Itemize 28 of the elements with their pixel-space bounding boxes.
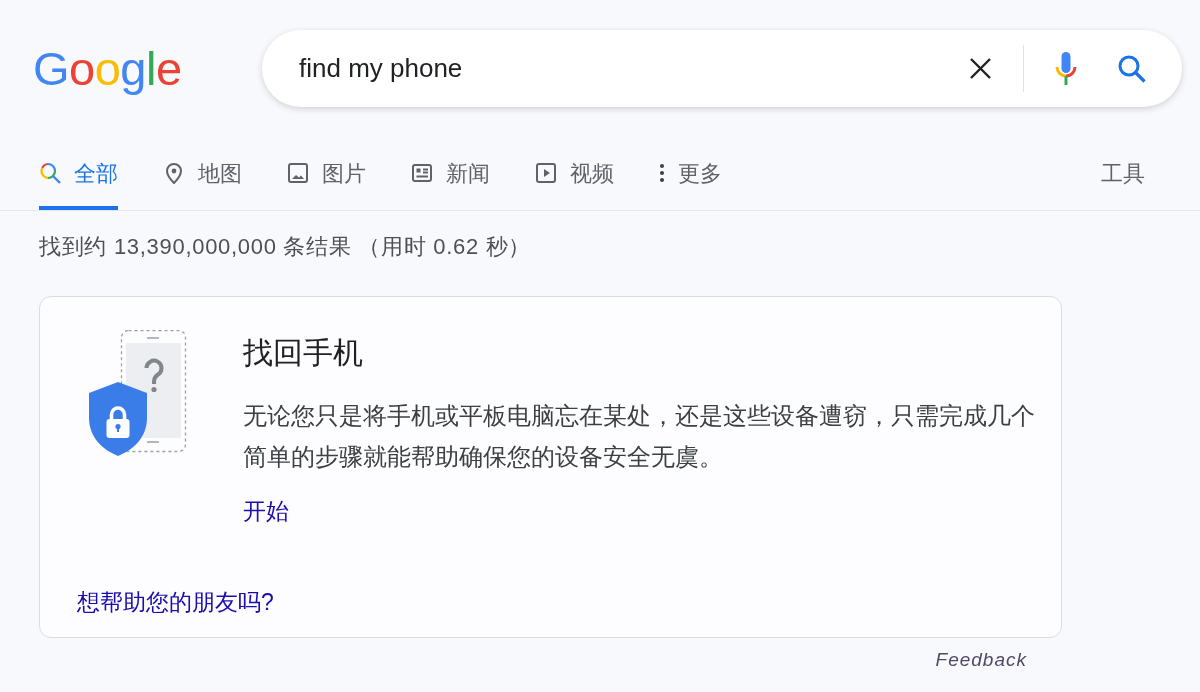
- microphone-icon: [1055, 51, 1077, 86]
- google-logo[interactable]: Google: [33, 42, 182, 95]
- clear-button[interactable]: [969, 57, 992, 80]
- start-link[interactable]: 开始: [243, 491, 289, 532]
- search-tab[interactable]: 地图: [163, 140, 242, 210]
- help-friend-link[interactable]: 想帮助您的朋友吗?: [77, 587, 274, 617]
- location-pin-icon: [163, 162, 185, 184]
- search-bar[interactable]: find my phone: [262, 30, 1182, 107]
- search-tab[interactable]: 更多: [659, 140, 722, 210]
- search-button[interactable]: [1118, 54, 1146, 83]
- more-dots-icon: [659, 162, 665, 184]
- close-icon: [969, 57, 992, 80]
- search-tab[interactable]: 图片: [287, 140, 366, 210]
- newspaper-icon: [411, 162, 433, 184]
- play-icon: [535, 162, 557, 184]
- search-tab[interactable]: 视频: [535, 140, 614, 210]
- card-title: 找回手机: [243, 335, 363, 371]
- card-description: 无论您只是将手机或平板电脑忘在某处，还是这些设备遭窃，只需完成几个简单的步骤就能帮助确保您的设备安全无虞。: [243, 401, 1036, 472]
- search-tab[interactable]: 新闻: [411, 140, 490, 210]
- result-stats: 找到约 13,390,000,000 条结果 （用时 0.62 秒）: [39, 234, 532, 260]
- voice-search-button[interactable]: [1055, 51, 1077, 86]
- search-icon: [39, 162, 61, 184]
- search-input[interactable]: find my phone: [299, 49, 969, 88]
- tools-button[interactable]: 工具: [1101, 140, 1145, 210]
- image-icon: [287, 162, 309, 184]
- feedback-link[interactable]: Feedback: [935, 648, 1027, 672]
- search-icon: [1118, 54, 1146, 83]
- search-tab[interactable]: 全部: [39, 140, 118, 210]
